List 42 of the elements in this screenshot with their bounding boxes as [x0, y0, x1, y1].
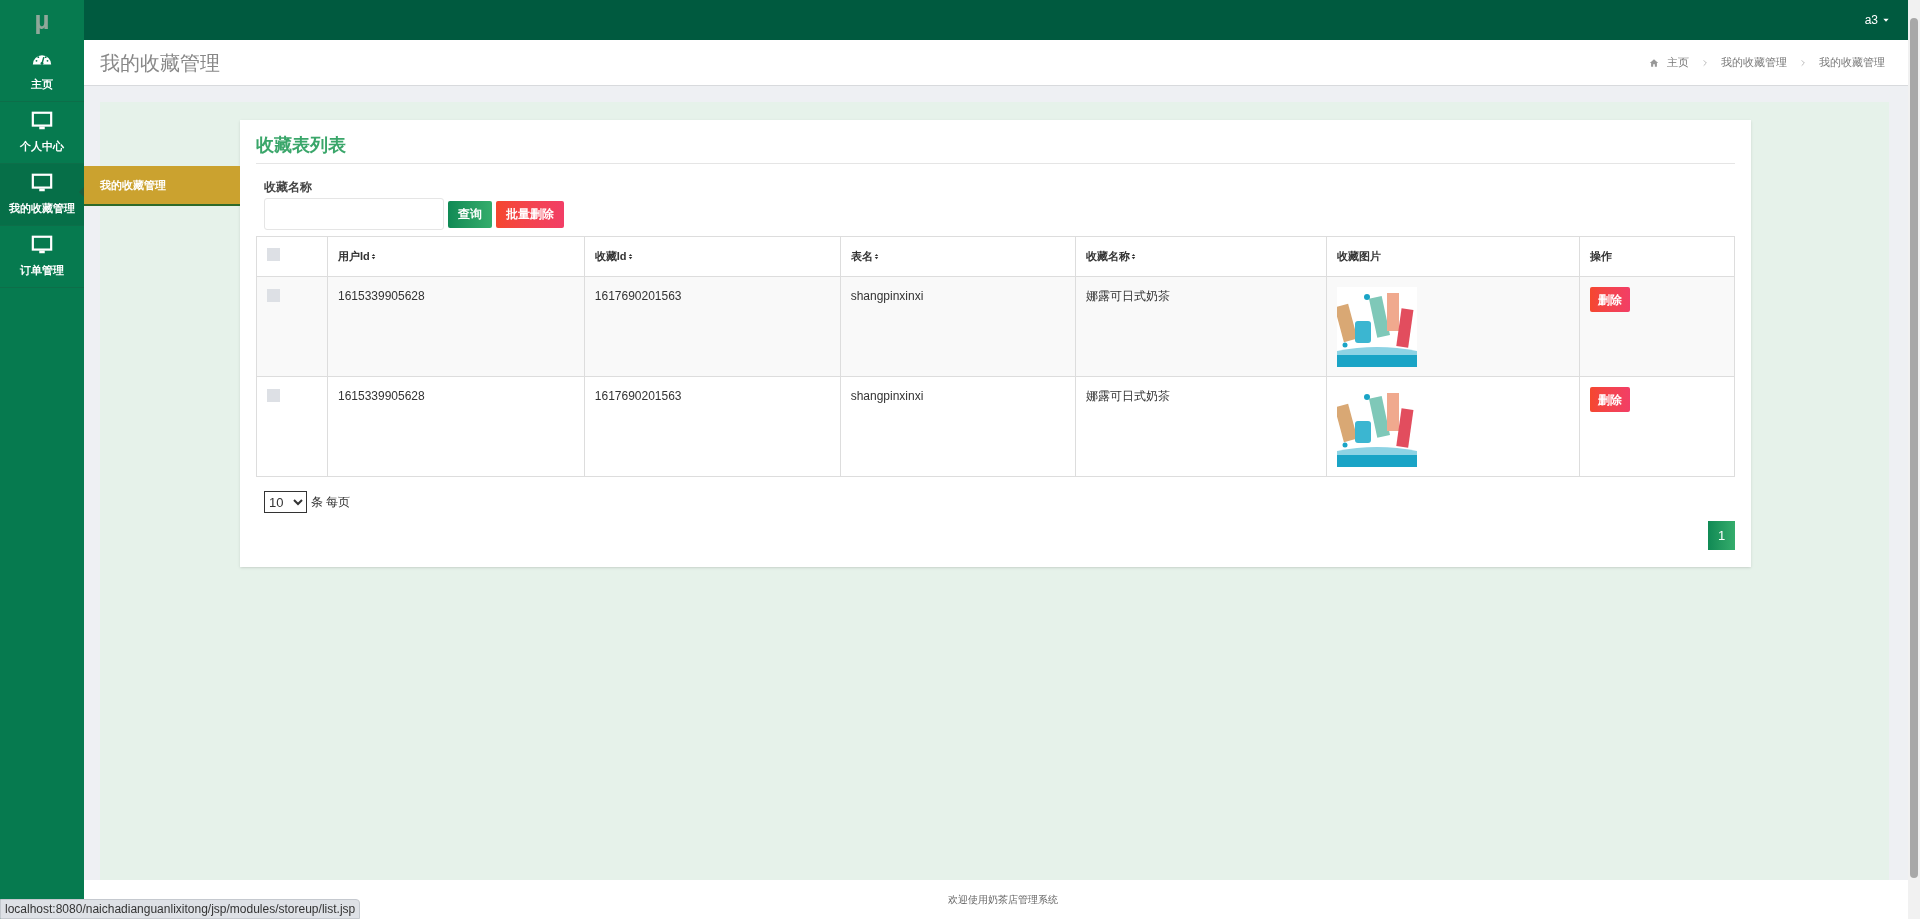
footer-text: 欢迎使用奶茶店管理系统	[947, 893, 1058, 907]
batch-delete-button[interactable]: 批量删除	[496, 200, 564, 228]
breadcrumb-link[interactable]: 我的收藏管理	[1721, 54, 1787, 71]
query-button[interactable]: 查询	[448, 200, 492, 228]
column-header: 收藏图片	[1337, 249, 1383, 265]
sort-icon	[369, 252, 377, 261]
sort-icon	[626, 252, 634, 261]
user-menu[interactable]: a3	[1864, 11, 1878, 29]
table-cell: shangpinxinxi	[850, 389, 924, 403]
scrollbar[interactable]	[1908, 0, 1920, 919]
sort-icon	[1130, 252, 1138, 261]
table-cell: 1617690201563	[594, 389, 682, 403]
delete-button[interactable]: 删除	[1590, 387, 1631, 412]
column-header: 操作	[1590, 249, 1614, 265]
sort-icon	[872, 252, 880, 261]
field-label: 收藏名称	[264, 179, 313, 196]
delete-button[interactable]: 删除	[1590, 287, 1631, 312]
sidebar-item[interactable]: 我的收藏管理	[0, 164, 84, 226]
logo: µ	[0, 0, 84, 40]
table-cell: 1617690201563	[594, 289, 682, 303]
breadcrumb-link[interactable]: 主页	[1667, 54, 1689, 71]
card-title: 收藏表列表	[256, 132, 1735, 164]
caret-icon	[1882, 16, 1890, 24]
checkbox[interactable]	[267, 289, 280, 302]
chevron-icon	[1701, 58, 1709, 67]
chevron-icon	[1799, 58, 1807, 67]
home-icon	[1649, 57, 1659, 68]
table-cell: 娜露可日式奶茶	[1086, 389, 1171, 403]
page-size-select[interactable]: 10	[264, 491, 307, 513]
breadcrumb-link[interactable]: 我的收藏管理	[1819, 54, 1885, 71]
page-size-label: 条 每页	[311, 494, 351, 511]
search-field[interactable]	[264, 198, 444, 230]
table-cell: shangpinxinxi	[850, 289, 924, 303]
status-url: localhost:8080/naichadianguanlixitong/jsp/modules/storeup/list.jsp	[0, 899, 361, 919]
checkbox[interactable]	[267, 389, 280, 402]
table-cell: 娜露可日式奶茶	[1086, 289, 1171, 303]
scrollbar-thumb[interactable]	[1910, 18, 1918, 878]
page-title: 我的收藏管理	[100, 50, 220, 76]
page-button[interactable]: 1	[1708, 521, 1735, 550]
table-cell: 1615339905628	[337, 289, 425, 303]
table-cell: 1615339905628	[337, 389, 425, 403]
checkbox[interactable]	[267, 247, 280, 261]
